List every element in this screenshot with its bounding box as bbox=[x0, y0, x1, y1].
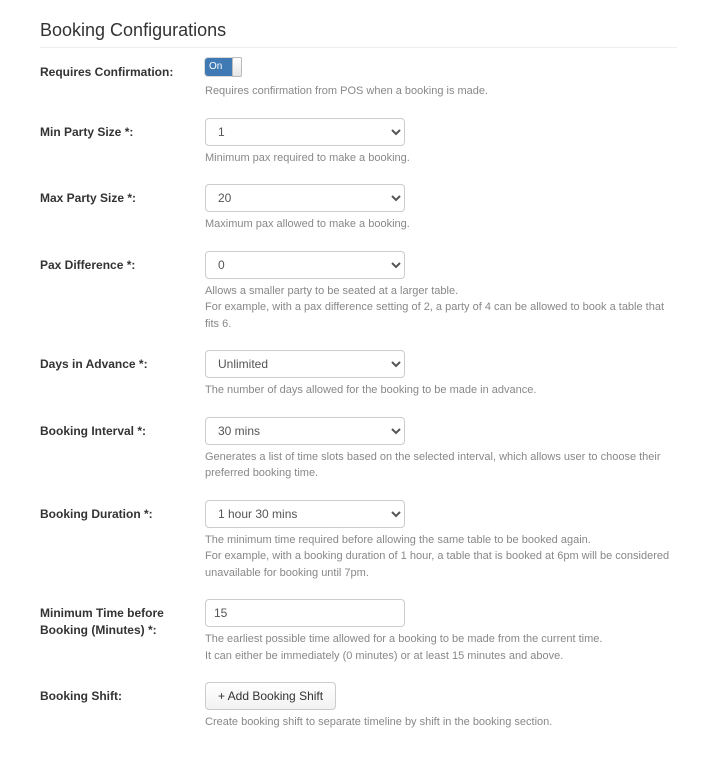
help-requires-confirmation: Requires confirmation from POS when a bo… bbox=[205, 83, 677, 100]
label-min-time-before-booking: Minimum Time before Booking (Minutes) *: bbox=[40, 599, 205, 639]
toggle-requires-confirmation[interactable]: On bbox=[205, 58, 241, 76]
row-min-party-size: Min Party Size *: 1 Minimum pax required… bbox=[40, 118, 677, 167]
toggle-label: On bbox=[209, 60, 222, 74]
select-booking-duration[interactable]: 1 hour 30 mins bbox=[205, 500, 405, 528]
row-booking-interval: Booking Interval *: 30 mins Generates a … bbox=[40, 417, 677, 482]
select-booking-interval[interactable]: 30 mins bbox=[205, 417, 405, 445]
input-min-time-before-booking[interactable] bbox=[205, 599, 405, 627]
label-requires-confirmation: Requires Confirmation: bbox=[40, 58, 205, 81]
row-booking-duration: Booking Duration *: 1 hour 30 mins The m… bbox=[40, 500, 677, 582]
help-pax-difference-1: Allows a smaller party to be seated at a… bbox=[205, 283, 677, 300]
help-booking-shift: Create booking shift to separate timelin… bbox=[205, 714, 677, 731]
add-booking-shift-button[interactable]: + Add Booking Shift bbox=[205, 682, 336, 710]
row-days-in-advance: Days in Advance *: Unlimited The number … bbox=[40, 350, 677, 399]
label-booking-shift: Booking Shift: bbox=[40, 682, 205, 705]
select-pax-difference[interactable]: 0 bbox=[205, 251, 405, 279]
help-booking-interval: Generates a list of time slots based on … bbox=[205, 449, 677, 482]
label-booking-interval: Booking Interval *: bbox=[40, 417, 205, 440]
row-max-party-size: Max Party Size *: 20 Maximum pax allowed… bbox=[40, 184, 677, 233]
page-title: Booking Configurations bbox=[40, 20, 677, 48]
row-pax-difference: Pax Difference *: 0 Allows a smaller par… bbox=[40, 251, 677, 333]
label-pax-difference: Pax Difference *: bbox=[40, 251, 205, 274]
label-days-in-advance: Days in Advance *: bbox=[40, 350, 205, 373]
help-min-time-1: The earliest possible time allowed for a… bbox=[205, 631, 677, 648]
row-booking-shift: Booking Shift: + Add Booking Shift Creat… bbox=[40, 682, 677, 731]
label-min-party-size: Min Party Size *: bbox=[40, 118, 205, 141]
label-max-party-size: Max Party Size *: bbox=[40, 184, 205, 207]
help-booking-duration-2: For example, with a booking duration of … bbox=[205, 548, 677, 581]
select-min-party-size[interactable]: 1 bbox=[205, 118, 405, 146]
label-booking-duration: Booking Duration *: bbox=[40, 500, 205, 523]
select-days-in-advance[interactable]: Unlimited bbox=[205, 350, 405, 378]
help-booking-duration-1: The minimum time required before allowin… bbox=[205, 532, 677, 549]
help-max-party-size: Maximum pax allowed to make a booking. bbox=[205, 216, 677, 233]
help-days-in-advance: The number of days allowed for the booki… bbox=[205, 382, 677, 399]
row-min-time-before-booking: Minimum Time before Booking (Minutes) *:… bbox=[40, 599, 677, 664]
help-min-time-2: It can either be immediately (0 minutes)… bbox=[205, 648, 677, 665]
toggle-knob-icon bbox=[232, 57, 242, 77]
help-min-party-size: Minimum pax required to make a booking. bbox=[205, 150, 677, 167]
help-pax-difference-2: For example, with a pax difference setti… bbox=[205, 299, 677, 332]
select-max-party-size[interactable]: 20 bbox=[205, 184, 405, 212]
row-requires-confirmation: Requires Confirmation: On Requires confi… bbox=[40, 58, 677, 100]
